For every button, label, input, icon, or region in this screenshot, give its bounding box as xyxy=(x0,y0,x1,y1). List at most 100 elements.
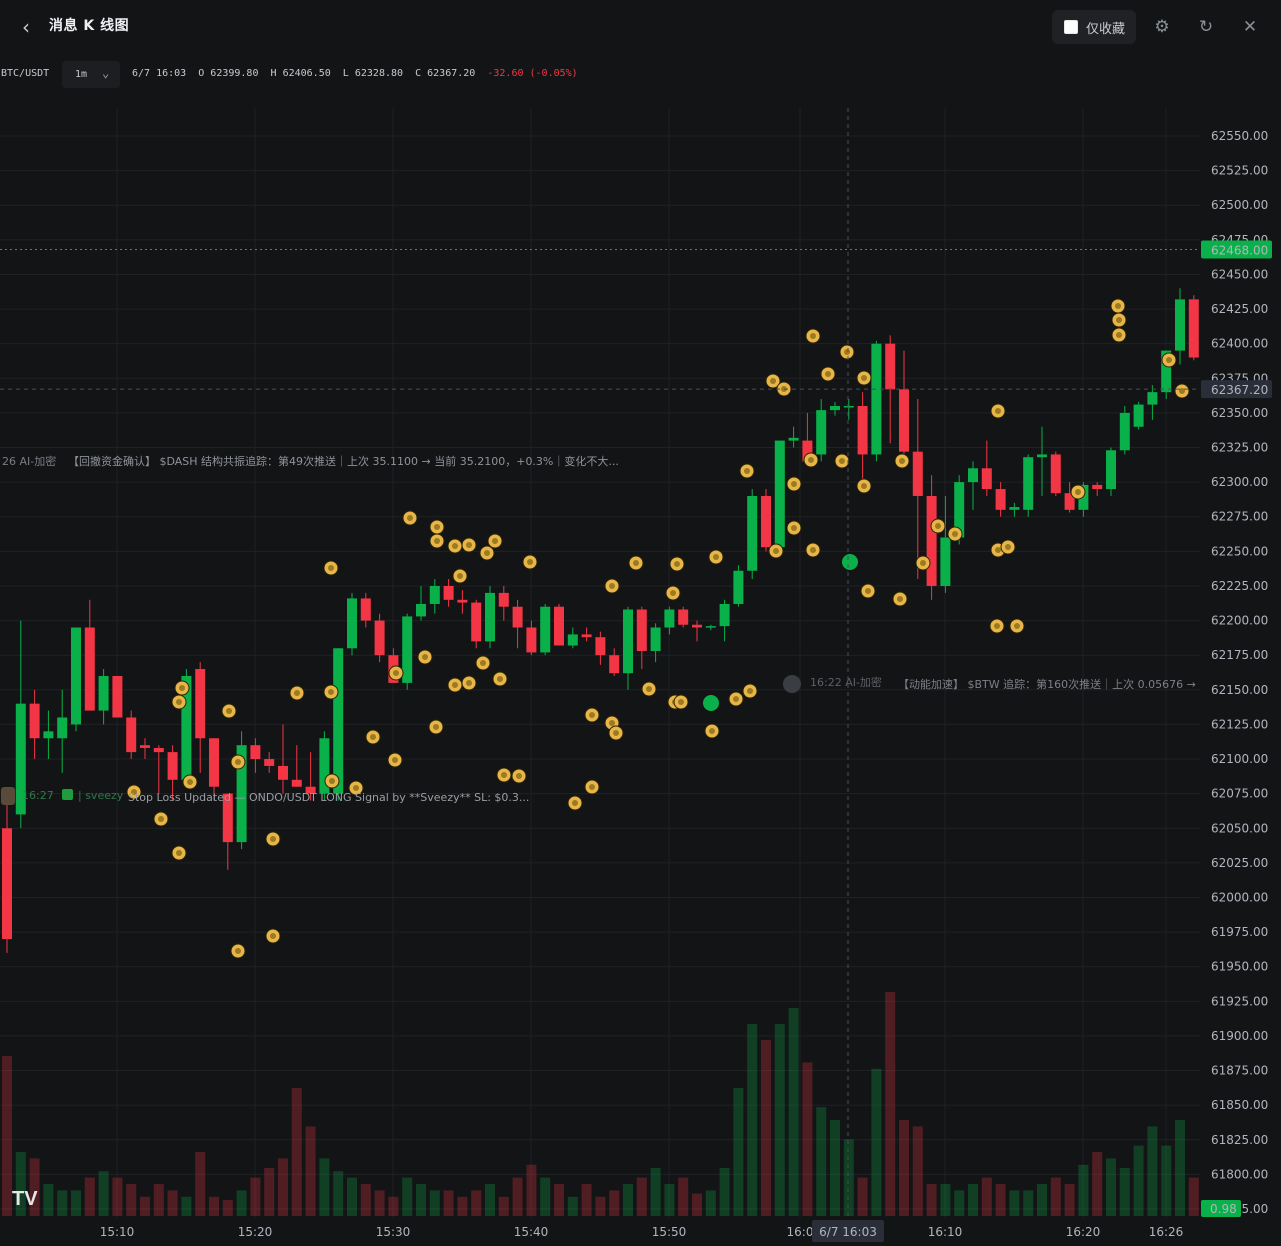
candle-body xyxy=(71,627,81,725)
volume-bar xyxy=(940,1184,951,1216)
candle-body xyxy=(830,405,840,411)
candle-body xyxy=(167,752,178,780)
favorites-only-toggle[interactable]: 仅收藏 xyxy=(1052,10,1136,44)
time-tick-label: 15:30 xyxy=(376,1225,411,1239)
candle-body xyxy=(968,468,978,483)
volume-bar xyxy=(222,1200,233,1216)
volume-bar xyxy=(1064,1184,1075,1216)
price-tick-label: 62150.00 xyxy=(1211,683,1268,697)
price-tick-label: 61875.00 xyxy=(1211,1064,1268,1078)
candle-body xyxy=(1023,457,1034,510)
coin-marker-core xyxy=(422,654,428,660)
candle-body xyxy=(112,675,123,718)
candlestick-chart[interactable]: 26 AI-加密 【回撤资金确认】 $DASH 结构共振追踪：第49次推送｜上次 … xyxy=(0,104,1281,1246)
volume-bar xyxy=(1037,1184,1047,1216)
coin-marker-core xyxy=(270,933,276,939)
favorites-checkbox[interactable] xyxy=(1064,20,1078,34)
volume-bar xyxy=(1050,1177,1061,1216)
candle-body xyxy=(1009,507,1020,510)
candle-body xyxy=(498,592,509,607)
candle-body xyxy=(1133,404,1144,427)
price-tick-label: 62125.00 xyxy=(1211,717,1268,731)
price-tick-label: 62000.00 xyxy=(1211,890,1268,904)
volume-bar xyxy=(347,1177,357,1216)
volume-bar xyxy=(1009,1190,1020,1216)
volume-bar xyxy=(140,1196,150,1216)
volume-bar xyxy=(774,1024,785,1216)
coin-marker-core xyxy=(270,836,276,842)
coin-marker-core xyxy=(433,724,439,730)
coin-marker-core xyxy=(501,772,507,778)
coin-marker-core xyxy=(825,371,831,377)
coin-marker-core xyxy=(328,565,334,571)
volume-bars xyxy=(2,992,1254,1216)
coin-marker-core xyxy=(329,778,335,784)
open-label: O xyxy=(198,68,205,79)
close-label: C xyxy=(415,68,422,79)
candle-body xyxy=(912,451,923,496)
coin-marker-core xyxy=(466,680,472,686)
annotation-avatar-icon xyxy=(783,675,801,693)
interval-select[interactable]: 1m ⌄ xyxy=(62,61,120,88)
settings-gear-icon[interactable]: ⚙ xyxy=(1151,16,1173,38)
coin-marker-core xyxy=(1166,357,1172,363)
volume-bar xyxy=(623,1184,633,1216)
volume-bar xyxy=(871,1068,882,1216)
time-axis-bg xyxy=(0,1218,1200,1246)
price-tick-label: 62175.00 xyxy=(1211,648,1268,662)
price-tick-label: 62225.00 xyxy=(1211,579,1268,593)
last-price-label: 62468.00 xyxy=(1211,244,1268,258)
time-tick-label: 16:10 xyxy=(928,1225,963,1239)
candle-body xyxy=(1106,450,1116,490)
volume-bar xyxy=(429,1190,440,1216)
price-tick-label: 62525.00 xyxy=(1211,164,1268,178)
candle-body xyxy=(347,598,357,649)
volume-bar xyxy=(1078,1164,1089,1216)
candle-body xyxy=(57,717,68,739)
candle-body xyxy=(609,655,620,674)
coin-marker-core xyxy=(187,779,193,785)
chevron-down-icon: ⌄ xyxy=(102,66,110,80)
candle-body xyxy=(1050,454,1061,494)
coin-marker-core xyxy=(589,784,595,790)
coin-marker-core xyxy=(179,685,185,691)
candle-body xyxy=(636,609,647,652)
coin-marker-core xyxy=(791,525,797,531)
volume-bar xyxy=(802,1062,813,1216)
candle-body xyxy=(443,585,454,600)
candle-body xyxy=(485,592,495,642)
volume-bar xyxy=(926,1184,937,1216)
volume-bar xyxy=(250,1177,261,1216)
volume-bar xyxy=(595,1196,606,1216)
volume-bar xyxy=(678,1177,689,1216)
candle-body xyxy=(457,599,468,603)
coin-marker-core xyxy=(670,590,676,596)
close-icon[interactable]: ✕ xyxy=(1239,16,1261,38)
coin-marker-core xyxy=(457,573,463,579)
candle-body xyxy=(857,405,868,455)
volume-bar xyxy=(1133,1145,1144,1216)
candle-body xyxy=(278,765,288,780)
candle-body xyxy=(1092,484,1103,490)
coin-marker-core xyxy=(861,483,867,489)
volume-bar xyxy=(57,1190,68,1216)
tradingview-logo: TV xyxy=(12,1188,38,1210)
volume-bar xyxy=(788,1008,799,1216)
low-value: 62328.80 xyxy=(354,68,404,79)
candle-body xyxy=(774,440,785,548)
price-tick-label: 62400.00 xyxy=(1211,337,1268,351)
refresh-icon[interactable]: ↻ xyxy=(1195,16,1217,38)
volume-bar xyxy=(1023,1190,1034,1216)
back-chevron-icon[interactable]: ‹ xyxy=(14,14,38,40)
price-tick-label: 61950.00 xyxy=(1211,960,1268,974)
annotation-avatar-icon xyxy=(1,787,15,805)
candle-body xyxy=(692,624,702,628)
coin-marker-core xyxy=(1116,332,1122,338)
crosshair-time-label: 6/7 16:03 xyxy=(819,1225,877,1239)
price-tick-label: 61825.00 xyxy=(1211,1133,1268,1147)
coin-marker-core xyxy=(176,699,182,705)
low-label: L xyxy=(342,68,349,79)
coin-marker-core xyxy=(572,800,578,806)
volume-bar xyxy=(1188,1177,1199,1216)
candle-body xyxy=(471,602,482,642)
